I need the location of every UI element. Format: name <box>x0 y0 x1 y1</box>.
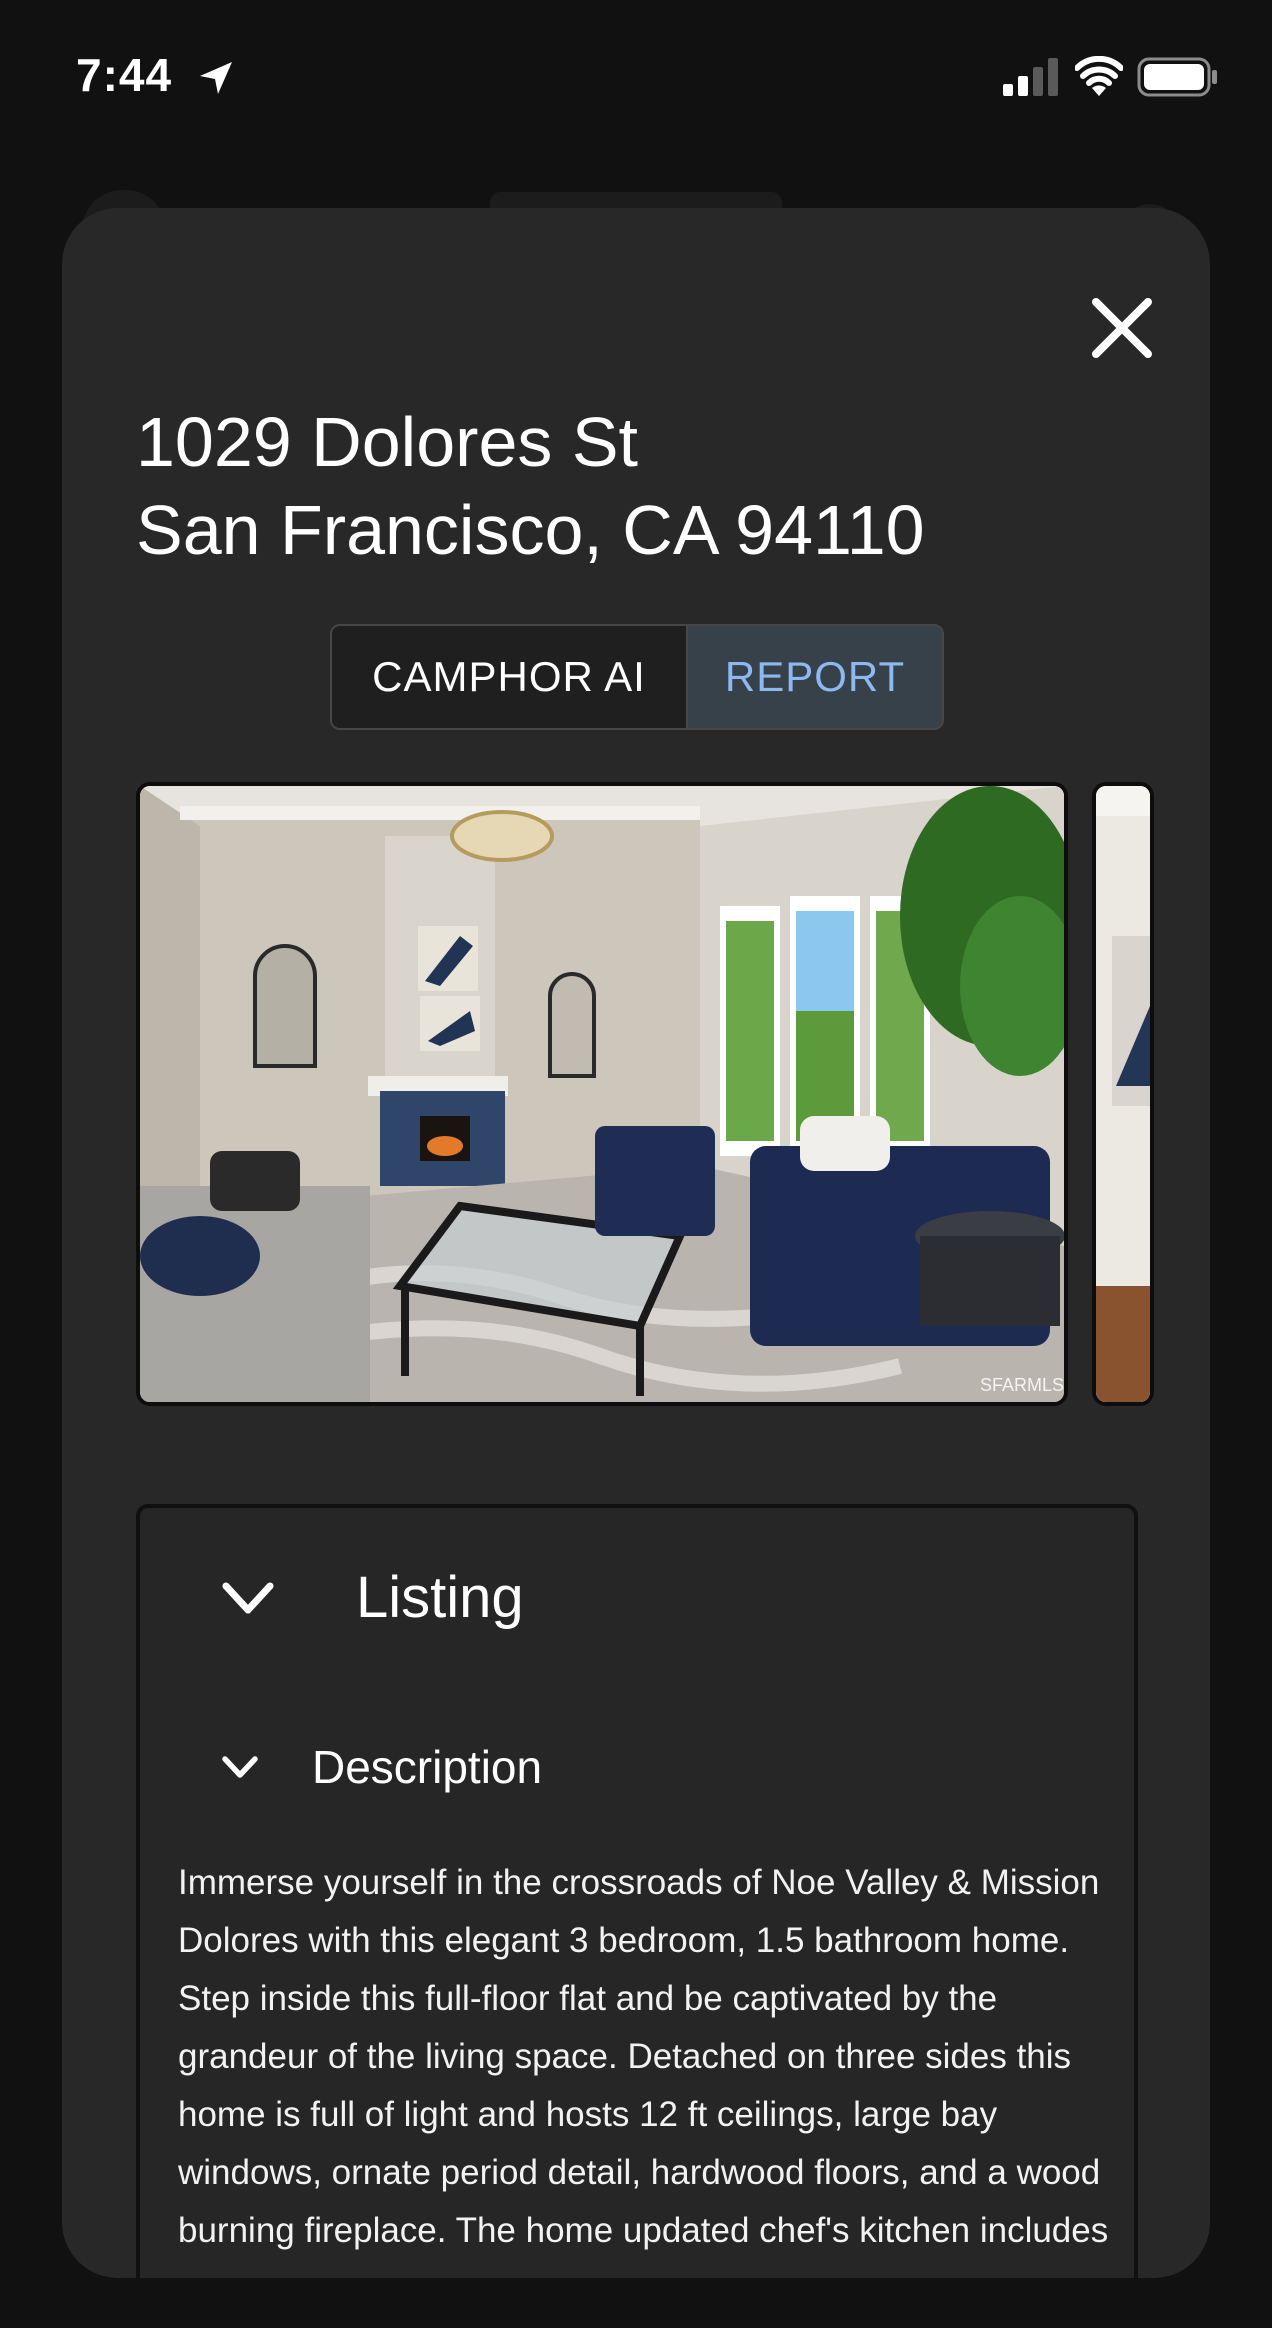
tab-report[interactable]: REPORT <box>688 626 942 728</box>
next-photo-preview <box>1096 786 1150 1402</box>
chevron-down-icon <box>222 1582 274 1613</box>
view-toggle: CAMPHOR AI REPORT <box>330 624 944 730</box>
description-toggle[interactable]: Description <box>220 1740 542 1794</box>
listing-photo-next[interactable] <box>1092 782 1154 1406</box>
property-sheet: 1029 Dolores St San Francisco, CA 94110 … <box>62 208 1210 2278</box>
address-city: San Francisco, CA 94110 <box>136 491 925 569</box>
property-address: 1029 Dolores St San Francisco, CA 94110 <box>136 398 925 574</box>
close-button[interactable] <box>1062 268 1172 378</box>
address-street: 1029 Dolores St <box>136 403 638 481</box>
status-time: 7:44 <box>76 49 173 101</box>
close-icon <box>1092 298 1152 358</box>
status-bar: 7:44 <box>0 0 1272 150</box>
tab-camphor-ai[interactable]: CAMPHOR AI <box>332 626 688 728</box>
listing-toggle[interactable]: Listing <box>220 1564 524 1631</box>
chevron-down-icon <box>222 1756 258 1778</box>
listing-section: Listing Description Immerse yourself in … <box>136 1504 1138 2278</box>
battery-icon <box>1137 57 1217 97</box>
location-arrow-icon <box>200 62 232 94</box>
cellular-signal-icon <box>1003 58 1058 96</box>
living-room-photo: SFARMLS <box>140 786 1064 1402</box>
description-text: Immerse yourself in the crossroads of No… <box>178 1863 1109 2250</box>
listing-title: Listing <box>356 1565 524 1630</box>
listing-photo[interactable]: SFARMLS <box>136 782 1068 1406</box>
wifi-icon <box>1075 56 1123 96</box>
description-title: Description <box>312 1741 543 1793</box>
photo-watermark: SFARMLS <box>980 1375 1064 1395</box>
app-screen: 7:44 1029 Dolores St San Francisco, CA 9… <box>0 0 1272 2328</box>
